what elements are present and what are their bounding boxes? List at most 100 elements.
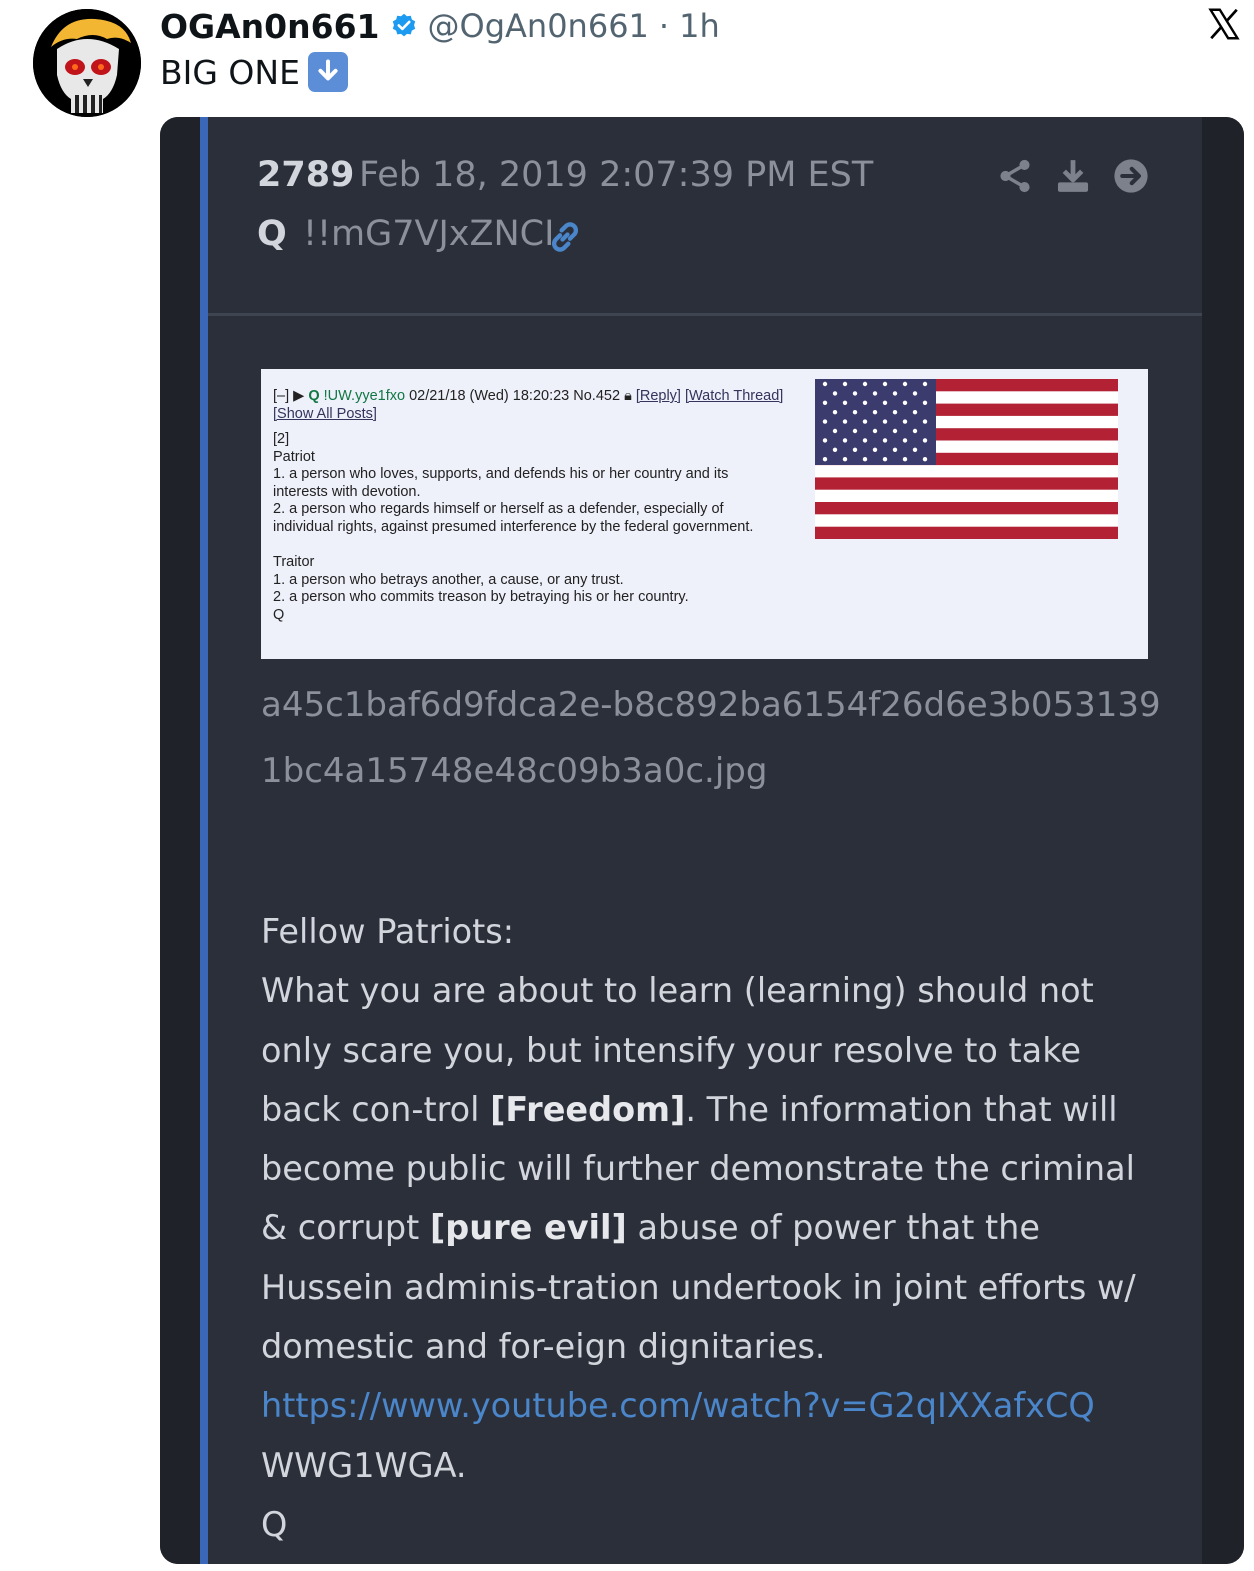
screenshot-show-all-link: [Show All Posts] bbox=[273, 406, 377, 422]
screenshot-line: 2. a person who regards himself or herse… bbox=[273, 501, 754, 535]
flag-star bbox=[892, 428, 898, 434]
message-paragraph: What you are about to learn (learning) s… bbox=[261, 961, 1156, 1376]
card-left-margin bbox=[160, 117, 200, 1564]
screenshot-reply-link: [Reply] bbox=[635, 388, 681, 404]
collapse-toggle: [–] bbox=[273, 388, 290, 404]
flag-star bbox=[922, 457, 928, 462]
message-signoff: WWG1WGA. bbox=[261, 1445, 467, 1485]
flag-star bbox=[872, 447, 878, 452]
post-actions bbox=[996, 157, 1150, 195]
flag-star bbox=[882, 381, 888, 387]
flag-star bbox=[852, 428, 858, 434]
flag-star bbox=[862, 400, 868, 405]
american-flag-image bbox=[815, 379, 1118, 539]
link-icon[interactable] bbox=[545, 217, 585, 257]
card-right-margin bbox=[1202, 117, 1244, 1564]
flag-star bbox=[832, 447, 838, 452]
flag-star bbox=[902, 400, 908, 405]
post-message: Fellow Patriots: What you are about to l… bbox=[261, 902, 1156, 1554]
flag-star bbox=[842, 400, 848, 405]
flag-star bbox=[842, 419, 848, 424]
share-icon[interactable] bbox=[996, 157, 1034, 195]
flag-star bbox=[862, 438, 868, 443]
card-accent-bar bbox=[200, 117, 208, 1564]
flag-star bbox=[912, 410, 918, 415]
screenshot-author: Q bbox=[308, 388, 320, 404]
timestamp[interactable]: 1h bbox=[679, 7, 720, 45]
x-logo-icon[interactable] bbox=[1206, 6, 1242, 42]
flag-star bbox=[822, 381, 828, 387]
flag-star bbox=[872, 410, 878, 415]
flag-star bbox=[882, 438, 888, 443]
flag-star bbox=[872, 428, 878, 434]
screenshot-line: 2. a person who commits treason by betra… bbox=[273, 589, 689, 605]
flag-star bbox=[912, 428, 918, 434]
flag-star bbox=[862, 419, 868, 424]
image-filename[interactable]: a45c1baf6d9fdca2e-b8c892ba6154f26d6e3b05… bbox=[261, 672, 1161, 804]
screenshot-line: 1. a person who betrays another, a cause… bbox=[273, 571, 624, 588]
screenshot-datetime: 02/21/18 (Wed) 18:20:23 bbox=[409, 388, 570, 404]
message-bold-freedom: [Freedom] bbox=[490, 1089, 686, 1129]
flag-star bbox=[892, 391, 898, 396]
flag-star bbox=[842, 381, 848, 387]
screenshot-post-number: No.452 bbox=[573, 388, 621, 404]
post-tripcode: !!mG7VJxZNCI bbox=[303, 214, 555, 254]
screenshot-line: Patriot bbox=[273, 448, 315, 465]
avatar[interactable] bbox=[33, 9, 141, 117]
download-icon[interactable] bbox=[1054, 157, 1092, 195]
flag-star bbox=[862, 381, 868, 387]
screenshot-line: 1. a person who loves, supports, and def… bbox=[273, 466, 729, 500]
flag-star bbox=[892, 447, 898, 452]
flag-star bbox=[902, 438, 908, 443]
flag-star bbox=[922, 381, 928, 387]
flag-star bbox=[842, 438, 848, 443]
play-triangle-icon: ▶ bbox=[293, 388, 305, 404]
flag-star bbox=[922, 438, 928, 443]
flag-star bbox=[882, 457, 888, 462]
flag-star bbox=[892, 410, 898, 415]
flag-star bbox=[822, 419, 828, 424]
verified-badge-icon bbox=[392, 13, 415, 37]
flag-star bbox=[852, 447, 858, 452]
flag-star bbox=[922, 419, 928, 424]
separator-dot: · bbox=[658, 7, 670, 45]
flag-star bbox=[862, 457, 868, 462]
flag-star bbox=[882, 419, 888, 424]
screenshot-line: Traitor bbox=[273, 554, 315, 570]
youtube-link[interactable]: https://www.youtube.com/watch?v=G2qIXXaf… bbox=[261, 1376, 1156, 1435]
flag-star bbox=[852, 410, 858, 415]
message-bold-pure-evil: [pure evil] bbox=[429, 1208, 627, 1248]
screenshot-post-meta: [–] ▶ Q !UW.yye1fxo 02/21/18 (Wed) 18:20… bbox=[273, 387, 793, 423]
screenshot-line: Q bbox=[273, 606, 285, 623]
screenshot-tripcode: !UW.yye1fxo bbox=[323, 388, 406, 404]
post-date: Feb 18, 2019 2:07:39 PM EST bbox=[359, 155, 874, 195]
message-greeting: Fellow Patriots: bbox=[261, 912, 515, 951]
flag-star bbox=[832, 428, 838, 434]
tweet-header: OGAn0n661 @OgAn0n661 · 1h bbox=[160, 2, 720, 50]
flag-star bbox=[882, 400, 888, 405]
post-author: Q bbox=[257, 214, 287, 254]
down-arrow-emoji-icon bbox=[307, 52, 348, 92]
flag-star bbox=[912, 391, 918, 396]
attached-screenshot[interactable]: [–] ▶ Q !UW.yye1fxo 02/21/18 (Wed) 18:20… bbox=[261, 369, 1148, 659]
flag-star bbox=[912, 447, 918, 452]
flag-star bbox=[902, 419, 908, 424]
flag-star bbox=[822, 457, 828, 462]
tweet-text-content: BIG ONE bbox=[160, 52, 300, 92]
flag-star bbox=[902, 457, 908, 462]
screenshot-line: [2] bbox=[273, 431, 290, 447]
arrow-right-circle-icon[interactable] bbox=[1112, 157, 1150, 195]
message-signature: Q bbox=[261, 1504, 288, 1544]
screenshot-body: [2] Patriot 1. a person who loves, suppo… bbox=[273, 431, 763, 624]
display-name[interactable]: OGAn0n661 bbox=[160, 7, 380, 46]
lock-icon: 🔒︎ bbox=[624, 388, 632, 404]
flag-star bbox=[902, 381, 908, 387]
flag-star bbox=[822, 400, 828, 405]
flag-star bbox=[852, 391, 858, 396]
flag-star bbox=[832, 391, 838, 396]
post-card-image[interactable]: 2789 Feb 18, 2019 2:07:39 PM EST Q !!mG7… bbox=[160, 117, 1244, 1564]
post-number: 2789 bbox=[257, 155, 355, 195]
screenshot-watch-link: [Watch Thread] bbox=[684, 388, 784, 404]
handle[interactable]: @OgAn0n661 bbox=[428, 7, 649, 45]
flag-star bbox=[872, 391, 878, 396]
